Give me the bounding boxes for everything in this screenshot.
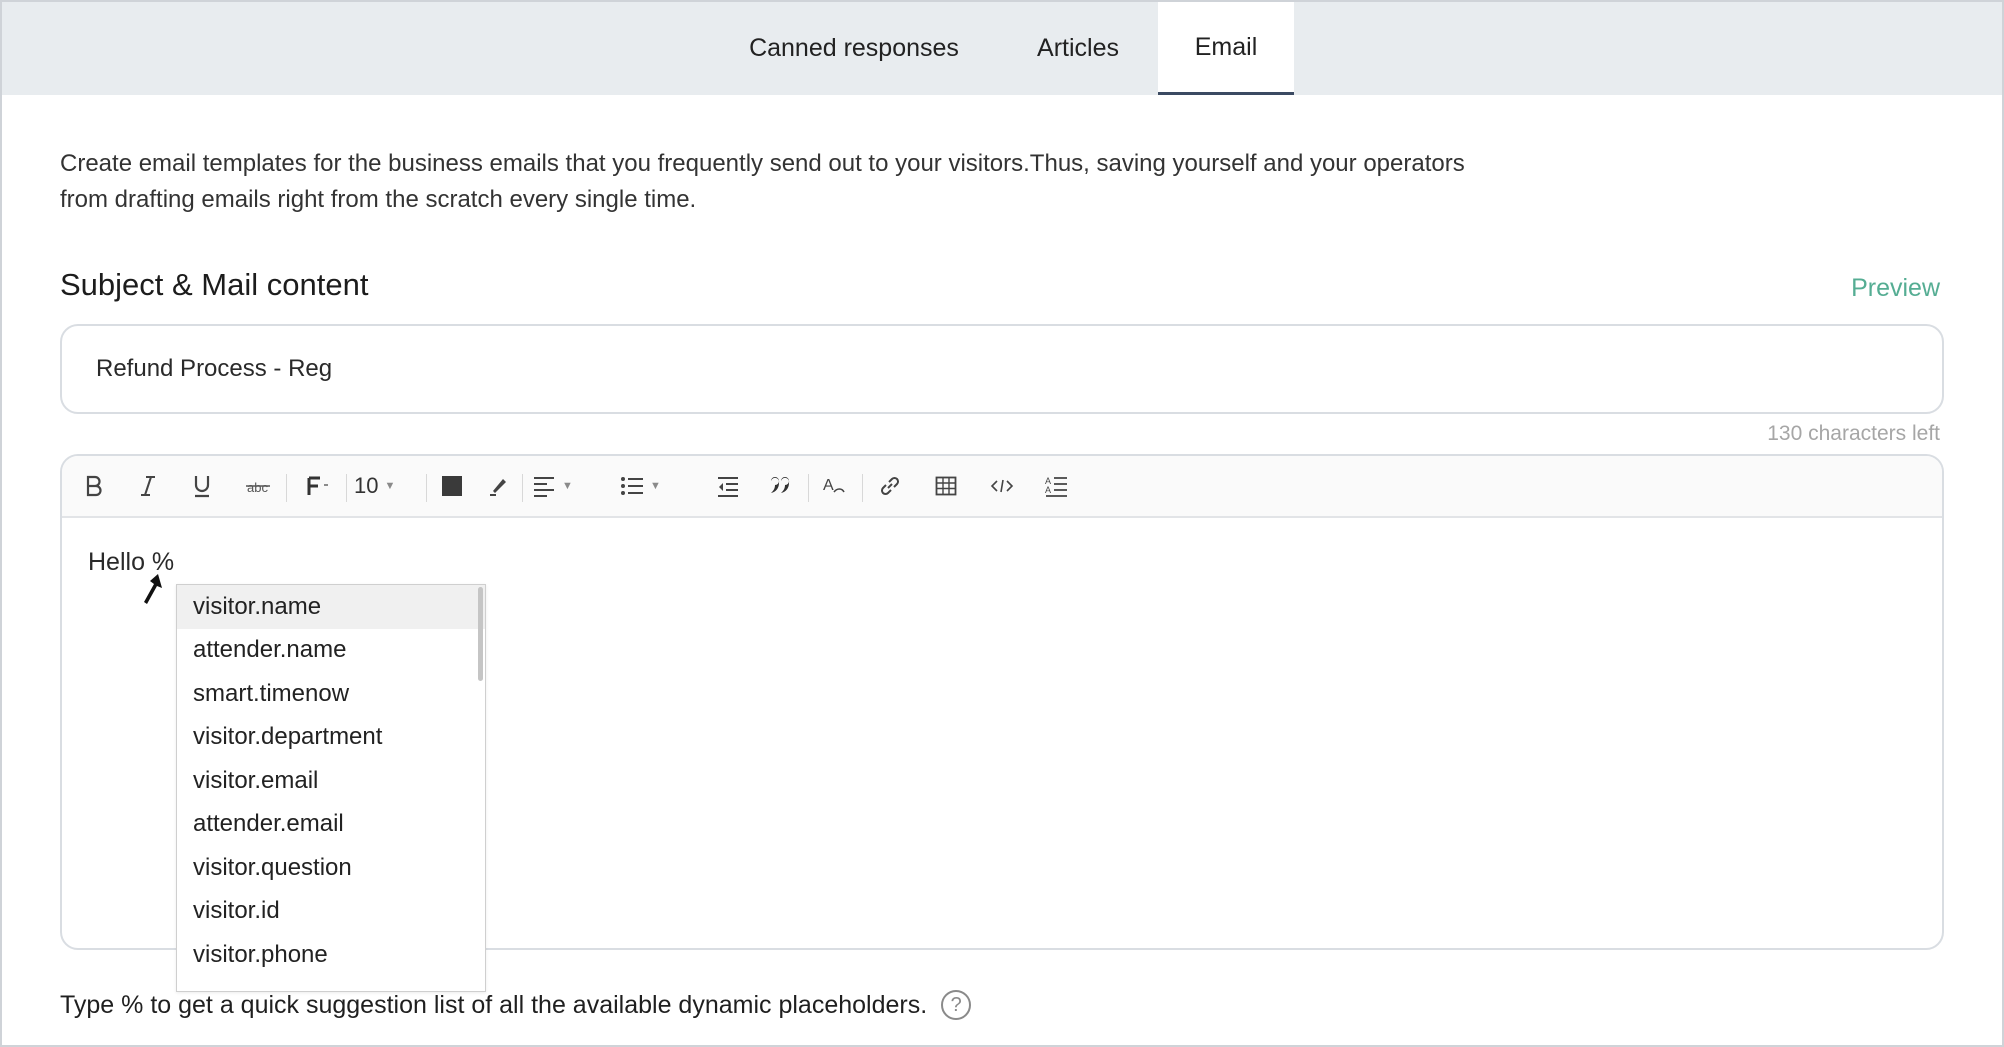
font-size-select[interactable]: 10 ▼ [354, 466, 412, 506]
suggestion-item[interactable]: visitor.email [177, 759, 485, 803]
outdent-icon[interactable] [710, 466, 746, 506]
mouse-cursor-icon [142, 572, 168, 613]
help-icon[interactable]: ? [941, 990, 972, 1020]
subject-input[interactable]: Refund Process - Reg [60, 324, 1944, 414]
svg-text:abc: abc [247, 480, 268, 495]
clear-format-icon[interactable]: A [816, 466, 852, 506]
intro-line-1: Create email templates for the business … [60, 150, 1465, 177]
svg-text:A: A [1045, 485, 1051, 495]
intro-text: Create email templates for the business … [60, 146, 1620, 218]
hint-text: Type % to get a quick suggestion list of… [60, 990, 928, 1019]
preview-link[interactable]: Preview [1851, 274, 1940, 303]
quote-icon[interactable] [762, 466, 798, 506]
characters-left-counter: 130 characters left [1767, 422, 1940, 445]
code-icon[interactable] [984, 466, 1020, 506]
suggestion-item[interactable]: visitor.id [177, 890, 485, 934]
intro-line-2: from drafting emails right from the scra… [60, 186, 697, 213]
list-icon[interactable]: ▼ [620, 466, 680, 506]
suggestion-item[interactable]: visitor.name [177, 585, 485, 629]
tab-email[interactable]: Email [1158, 2, 1294, 95]
font-size-value: 10 [354, 473, 379, 498]
suggestion-item[interactable]: visitor.question [177, 846, 485, 890]
font-color-icon[interactable] [434, 466, 470, 506]
app-frame: Canned responses Articles Email Create e… [0, 0, 2004, 1047]
svg-text:A: A [823, 477, 834, 494]
chevron-down-icon: ▼ [384, 480, 396, 492]
italic-icon[interactable] [130, 466, 166, 506]
tab-articles[interactable]: Articles [1006, 2, 1150, 95]
link-icon[interactable] [872, 466, 908, 506]
suggestion-item[interactable]: smart.timenow [177, 672, 485, 716]
subject-value: Refund Process - Reg [96, 355, 333, 382]
table-icon[interactable] [928, 466, 964, 506]
strikethrough-icon[interactable]: abc [238, 466, 278, 506]
align-icon[interactable]: ▼ [532, 466, 592, 506]
tab-canned-responses[interactable]: Canned responses [712, 2, 996, 95]
placeholder-suggestion-list[interactable]: visitor.name attender.name smart.timenow… [176, 584, 486, 992]
suggestion-item[interactable]: attender.name [177, 629, 485, 673]
highlight-icon[interactable] [480, 466, 516, 506]
underline-icon[interactable] [184, 466, 220, 506]
line-height-icon[interactable]: AA [1038, 466, 1074, 506]
suggestion-item[interactable]: visitor.phone [177, 933, 485, 977]
editor-toolbar: abc 10 ▼ ▼ ▼ A A A [62, 456, 1942, 518]
font-family-icon[interactable] [298, 466, 338, 506]
suggestion-item[interactable]: visitor.department [177, 716, 485, 760]
bold-icon[interactable] [76, 466, 112, 506]
tab-bar: Canned responses Articles Email [2, 2, 2002, 95]
section-title: Subject & Mail content [60, 267, 369, 302]
suggestion-item[interactable]: attender.email [177, 803, 485, 847]
suggestion-scrollbar[interactable] [478, 587, 483, 681]
placeholder-hint: Type % to get a quick suggestion list of… [60, 990, 972, 1020]
